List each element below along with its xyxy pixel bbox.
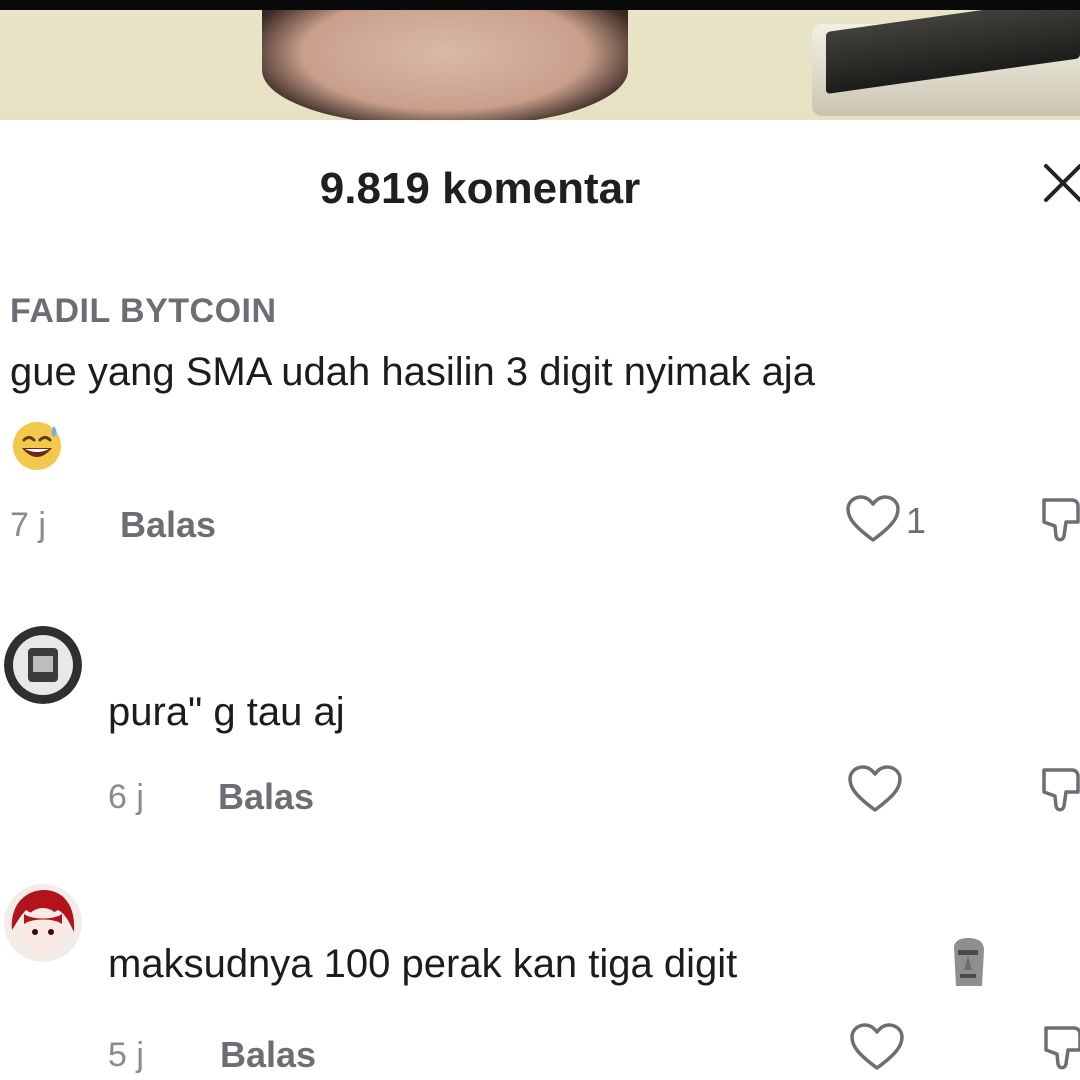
comment-count-title: 9.819 komentar [319,164,641,213]
comment-text: pura" g tau aj [108,690,345,734]
close-icon[interactable] [1040,160,1080,204]
comment-username[interactable]: FADIL BYTCOIN [10,292,277,331]
video-person [262,10,628,120]
comments-sheet [0,120,1080,1080]
avatar[interactable] [4,884,82,962]
heart-icon[interactable] [844,494,902,544]
comment-text: maksudnya 100 perak kan tiga digit [108,942,738,986]
video-preview[interactable] [0,10,1080,120]
dislike-icon[interactable] [1038,766,1080,816]
dislike-icon[interactable] [1038,496,1080,546]
comment-text: gue yang SMA udah hasilin 3 digit nyimak… [10,350,815,394]
moai-emoji-icon [954,938,984,986]
comment-time: 6 j [108,778,144,816]
like-count: 1 [906,500,927,541]
top-status-bar [0,0,1080,10]
comment-time: 5 j [108,1036,144,1074]
avatar[interactable] [4,626,82,704]
heart-icon[interactable] [846,764,904,814]
reply-button[interactable]: Balas [120,504,216,546]
grinning-sweat-emoji-icon [13,422,61,470]
heart-icon[interactable] [848,1022,906,1072]
comment-time: 7 j [10,506,46,544]
reply-button[interactable]: Balas [218,776,314,818]
reply-button[interactable]: Balas [220,1034,316,1076]
dislike-icon[interactable] [1040,1024,1080,1074]
